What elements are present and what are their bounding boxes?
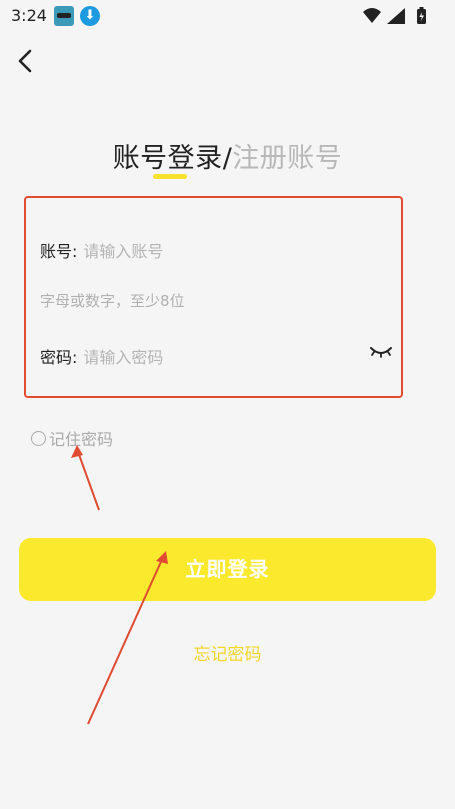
app-notification-icon <box>54 6 74 26</box>
account-hint: 字母或数字，至少8位 <box>40 292 185 310</box>
remember-password-checkbox[interactable]: 记住密码 <box>31 428 114 449</box>
forgot-password-link: 忘记密码 <box>0 640 455 665</box>
password-input[interactable] <box>77 348 324 367</box>
password-row: 密码: <box>40 344 324 368</box>
login-button[interactable]: 立即登录 <box>19 538 436 601</box>
wifi-icon <box>363 8 381 23</box>
active-tab-indicator <box>153 174 187 179</box>
forgot-password-label[interactable]: 忘记密码 <box>194 645 262 665</box>
chevron-left-icon <box>18 49 32 73</box>
status-indicators <box>363 7 426 24</box>
title-tabs: 账号登录/注册账号 <box>0 136 455 175</box>
download-icon: ⬇ <box>80 6 100 26</box>
tab-register[interactable]: 注册账号 <box>232 143 342 174</box>
status-time: 3:24 <box>11 6 47 25</box>
eye-closed-icon <box>370 347 392 358</box>
back-button[interactable] <box>12 46 42 76</box>
remember-radio-icon[interactable] <box>31 430 46 446</box>
account-input[interactable] <box>77 242 324 261</box>
tab-account-login[interactable]: 账号登录 <box>113 143 223 174</box>
password-label: 密码: <box>40 348 78 367</box>
signal-icon <box>387 8 405 24</box>
remember-password-label: 记住密码 <box>49 430 114 449</box>
annotation-arrows <box>71 445 168 725</box>
account-row: 账号: <box>40 238 324 262</box>
password-visibility-toggle[interactable] <box>369 344 393 360</box>
annotation-arrow-remember <box>76 448 100 511</box>
status-bar: 3:24 ⬇ <box>0 0 455 32</box>
account-label: 账号: <box>40 242 78 261</box>
title-separator: / <box>222 143 233 174</box>
login-form: 账号: 字母或数字，至少8位 密码: <box>24 196 403 398</box>
